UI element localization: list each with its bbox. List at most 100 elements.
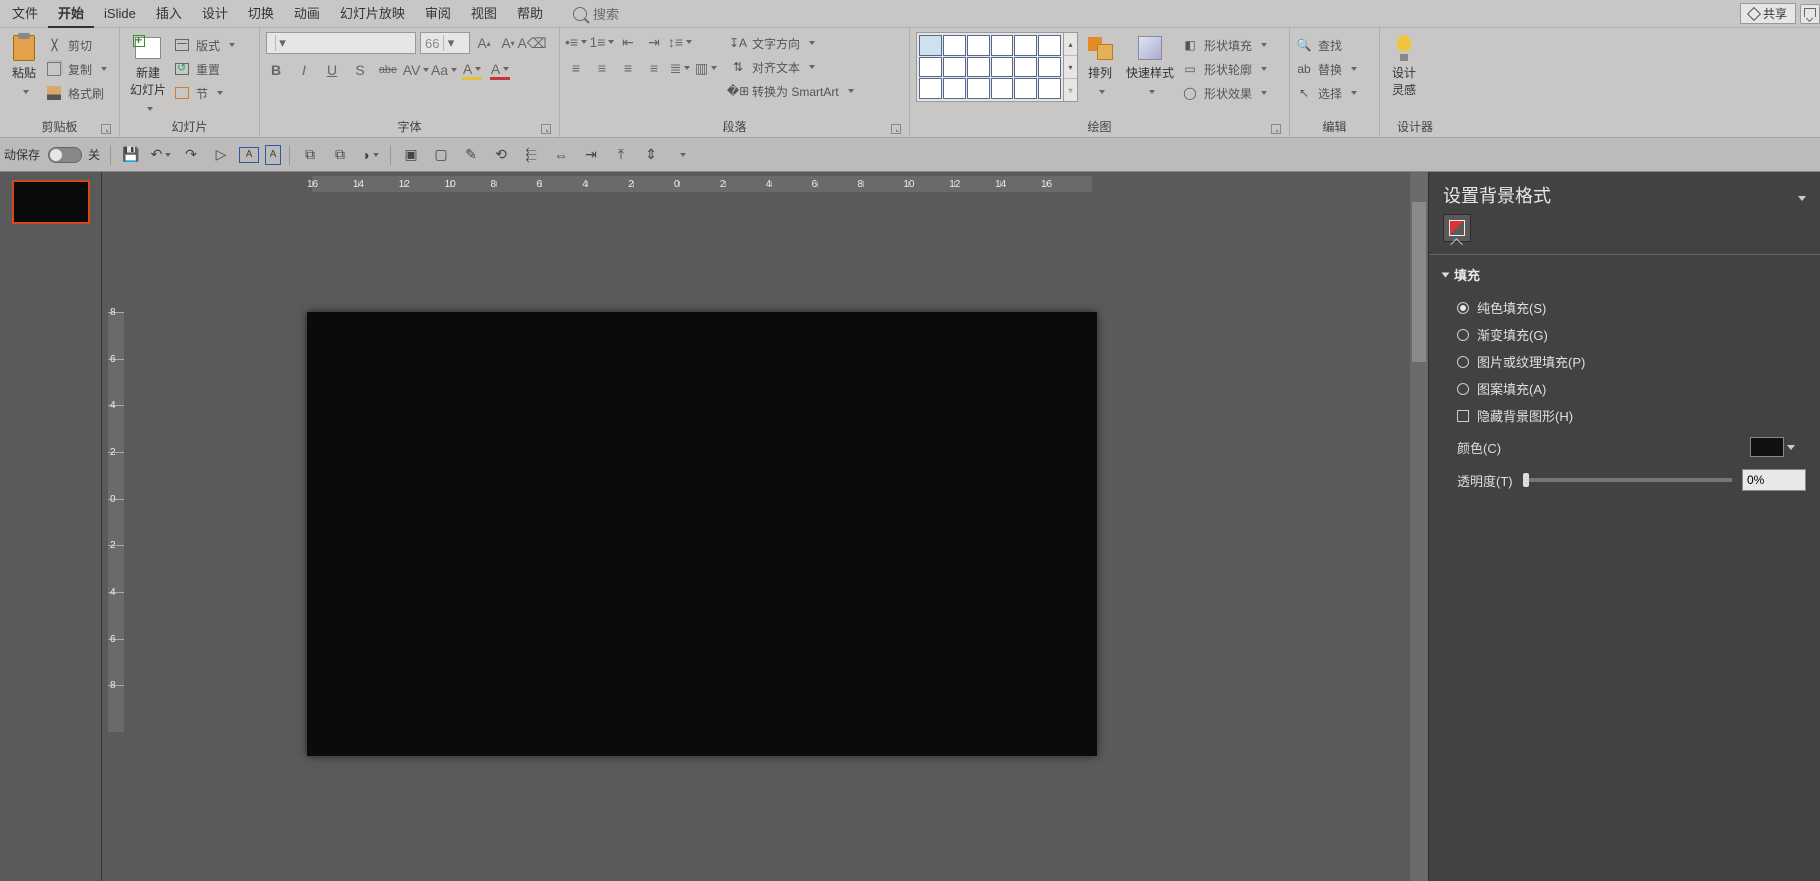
font-name-combo[interactable]: ▾ — [266, 32, 416, 54]
comments-button[interactable] — [1800, 4, 1820, 24]
increase-font-button[interactable]: A▴ — [474, 33, 494, 53]
fill-section-header[interactable]: 填充 — [1443, 265, 1806, 284]
shapes-gallery[interactable] — [916, 32, 1064, 102]
picture-fill-option[interactable]: 图片或纹理填充(P) — [1443, 348, 1806, 375]
cut-button[interactable]: 剪切 — [46, 34, 107, 56]
line-spacing-button[interactable]: ↕≡ — [670, 32, 690, 52]
shadow-button[interactable]: S — [350, 60, 370, 80]
undo-button[interactable]: ↶ — [149, 143, 173, 167]
qat-ungroup-button[interactable]: ⧉ — [328, 143, 352, 167]
tab-help[interactable]: 帮助 — [507, 0, 553, 28]
slideshow-from-start-button[interactable]: ▷ — [209, 143, 233, 167]
solid-fill-option[interactable]: 纯色填充(S) — [1443, 294, 1806, 321]
bold-button[interactable]: B — [266, 60, 286, 80]
select-button[interactable]: ↖选择 — [1296, 82, 1357, 104]
save-button[interactable]: 💾 — [119, 143, 143, 167]
distribute-button[interactable]: ≣ — [670, 58, 690, 78]
layout-button[interactable]: 版式 — [174, 34, 235, 56]
qat-bring-front-button[interactable]: ▣ — [399, 143, 423, 167]
tab-review[interactable]: 审阅 — [415, 0, 461, 28]
strike-button[interactable]: abe — [378, 60, 398, 80]
convert-smartart-button[interactable]: �⊞转换为 SmartArt — [730, 80, 854, 102]
qat-textbox-h-button[interactable]: A — [239, 147, 259, 163]
slide-thumbnail-1[interactable] — [12, 180, 90, 224]
tab-transitions[interactable]: 切换 — [238, 0, 284, 28]
indent-inc-button[interactable]: ⇥ — [644, 32, 664, 52]
font-launcher-icon[interactable] — [541, 124, 551, 134]
transparency-slider[interactable] — [1523, 478, 1732, 482]
qat-align-middle-button[interactable]: ⇕ — [639, 143, 663, 167]
design-ideas-button[interactable]: 设计 灵感 — [1386, 32, 1422, 100]
decrease-font-button[interactable]: A▾ — [498, 33, 518, 53]
align-center-button[interactable]: ≡ — [592, 58, 612, 78]
format-painter-button[interactable]: 格式刷 — [46, 82, 107, 104]
align-left-button[interactable]: ≡ — [566, 58, 586, 78]
section-button[interactable]: 节 — [174, 82, 235, 104]
underline-button[interactable]: U — [322, 60, 342, 80]
align-right-button[interactable]: ≡ — [618, 58, 638, 78]
tab-animations[interactable]: 动画 — [284, 0, 330, 28]
text-direction-button[interactable]: ↧A文字方向 — [730, 32, 854, 54]
qat-textbox-v-button[interactable]: A — [265, 145, 281, 165]
char-spacing-button[interactable]: AV — [406, 60, 426, 80]
new-slide-button[interactable]: 新建 幻灯片 — [126, 32, 170, 116]
tab-view[interactable]: 视图 — [461, 0, 507, 28]
find-button[interactable]: 🔍查找 — [1296, 34, 1357, 56]
tab-design[interactable]: 设计 — [192, 0, 238, 28]
align-text-button[interactable]: ⇅对齐文本 — [730, 56, 854, 78]
bullets-button[interactable]: •≡ — [566, 32, 586, 52]
qat-align-left-button[interactable]: ⬱ — [519, 143, 543, 167]
indent-dec-button[interactable]: ⇤ — [618, 32, 638, 52]
redo-button[interactable]: ↷ — [179, 143, 203, 167]
tab-slideshow[interactable]: 幻灯片放映 — [330, 0, 415, 28]
qat-align-top-button[interactable]: ⤒ — [609, 143, 633, 167]
shape-effects-button[interactable]: ◯形状效果 — [1182, 82, 1267, 104]
qat-send-back-button[interactable]: ▢ — [429, 143, 453, 167]
panel-options-dropdown[interactable] — [1794, 185, 1806, 206]
qat-group-button[interactable]: ⧉ — [298, 143, 322, 167]
vertical-scrollbar[interactable] — [1410, 172, 1428, 881]
qat-rotate-button[interactable]: ⟲ — [489, 143, 513, 167]
paragraph-launcher-icon[interactable] — [891, 124, 901, 134]
slide-canvas[interactable] — [307, 312, 1097, 756]
clipboard-launcher-icon[interactable] — [101, 124, 111, 134]
copy-button[interactable]: 复制 — [46, 58, 107, 80]
search-box[interactable]: 搜索 — [573, 4, 619, 23]
tab-insert[interactable]: 插入 — [146, 0, 192, 28]
replace-button[interactable]: ab替换 — [1296, 58, 1357, 80]
drawing-launcher-icon[interactable] — [1271, 124, 1281, 134]
new-slide-dropdown-icon[interactable] — [144, 100, 153, 114]
hide-bg-option[interactable]: 隐藏背景图形(H) — [1443, 402, 1806, 429]
shapes-gallery-scroll[interactable]: ▴▾▿ — [1064, 32, 1078, 102]
tab-home[interactable]: 开始 — [48, 0, 94, 28]
quick-styles-button[interactable]: 快速样式 — [1122, 32, 1178, 99]
scrollbar-thumb[interactable] — [1412, 202, 1426, 362]
gradient-fill-option[interactable]: 渐变填充(G) — [1443, 321, 1806, 348]
paste-button[interactable]: 粘贴 — [6, 32, 42, 99]
qat-align-center-button[interactable]: ⇔ — [549, 143, 573, 167]
highlight-button[interactable]: A — [462, 60, 482, 80]
justify-button[interactable]: ≡ — [644, 58, 664, 78]
shape-outline-button[interactable]: ▭形状轮廓 — [1182, 58, 1267, 80]
paste-dropdown-icon[interactable] — [20, 83, 29, 97]
qat-align-right-button[interactable]: ⇥ — [579, 143, 603, 167]
font-size-combo[interactable]: 66▾ — [420, 32, 470, 54]
numbering-button[interactable]: 1≡ — [592, 32, 612, 52]
autosave-toggle[interactable] — [48, 147, 82, 163]
transparency-input[interactable] — [1742, 469, 1806, 491]
tab-islide[interactable]: iSlide — [94, 0, 146, 28]
font-color-button[interactable]: A — [490, 60, 510, 80]
tab-file[interactable]: 文件 — [2, 0, 48, 28]
italic-button[interactable]: I — [294, 60, 314, 80]
shape-fill-button[interactable]: ◧形状填充 — [1182, 34, 1267, 56]
qat-eyedropper-button[interactable]: ✎ — [459, 143, 483, 167]
reset-button[interactable]: 重置 — [174, 58, 235, 80]
qat-merge-button[interactable]: ◑ — [358, 143, 382, 167]
arrange-button[interactable]: 排列 — [1082, 32, 1118, 99]
qat-more-button[interactable] — [669, 143, 693, 167]
columns-button[interactable]: ▥ — [696, 58, 716, 78]
change-case-button[interactable]: Aa — [434, 60, 454, 80]
color-picker-button[interactable] — [1750, 437, 1784, 457]
share-button[interactable]: 共享 — [1740, 3, 1796, 24]
clear-format-button[interactable]: A⌫ — [522, 33, 542, 53]
